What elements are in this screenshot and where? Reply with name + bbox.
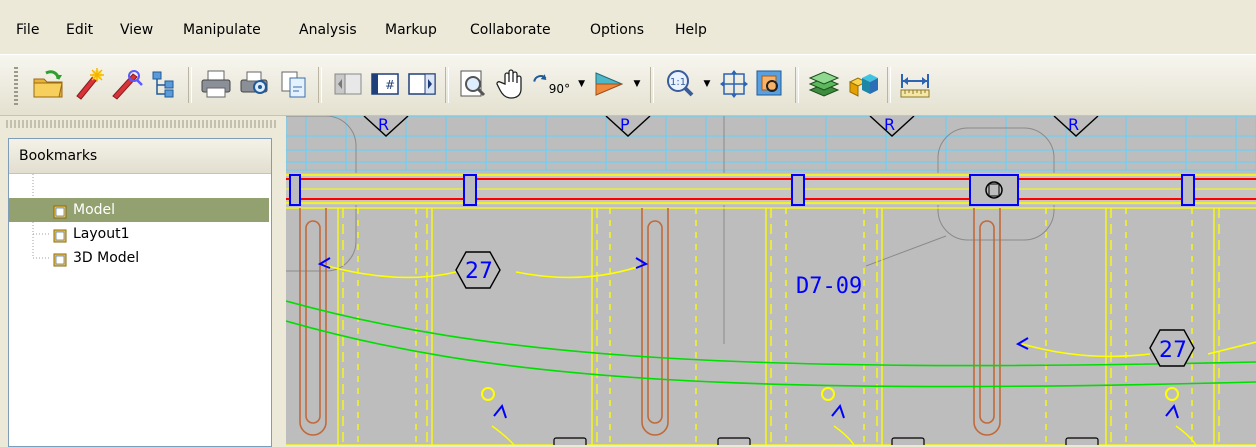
zoom-actual-label: 1:1: [670, 77, 686, 88]
chevron-down-icon[interactable]: ▼: [578, 79, 585, 89]
tree-item-layout1[interactable]: Layout1: [9, 222, 269, 246]
open-folder-icon[interactable]: [30, 65, 66, 103]
toolbar-separator: [188, 67, 192, 103]
zoom-actual-icon[interactable]: 1:1 ▼: [660, 65, 714, 103]
survey-marker: [821, 387, 855, 445]
fit-page-icon[interactable]: [455, 65, 491, 103]
drawing-sheet-icon: [53, 227, 67, 243]
menu-view[interactable]: View: [120, 22, 153, 38]
menu-edit[interactable]: Edit: [66, 22, 93, 38]
diamond-tag-label: R: [1068, 116, 1079, 134]
leader-line: [865, 235, 947, 267]
zoom-window-icon[interactable]: [752, 65, 788, 103]
chevron-down-icon[interactable]: ▼: [704, 79, 711, 89]
top-detail-band: [286, 116, 1256, 171]
print-preview-icon[interactable]: [237, 65, 273, 103]
pan-hand-icon[interactable]: [494, 65, 530, 103]
layers-icon[interactable]: [805, 65, 841, 103]
toolbar-grip[interactable]: [14, 67, 18, 105]
menu-analysis[interactable]: Analysis: [299, 22, 357, 38]
clip-anchor-icon: [985, 181, 1003, 199]
toolbar-separator: [887, 67, 891, 103]
tree-item-label: Model: [73, 202, 116, 218]
menu-manipulate[interactable]: Manipulate: [183, 22, 261, 38]
diamond-tag: R: [869, 116, 915, 137]
diamond-tag: R: [363, 116, 409, 137]
hex-tag: 27: [455, 251, 501, 289]
hierarchy-icon[interactable]: [145, 65, 181, 103]
page-grid-icon[interactable]: #: [367, 65, 403, 103]
rail-lines: [286, 173, 1256, 205]
next-page-icon[interactable]: [404, 65, 440, 103]
survey-marker: [481, 387, 515, 445]
tree-item-3d-model[interactable]: 3D Model: [9, 246, 269, 270]
svg-text:#: #: [385, 78, 395, 92]
pane-splitter[interactable]: [6, 120, 276, 128]
rotate-icon[interactable]: 90° ▼: [531, 65, 585, 103]
drawing-sheet-icon: [53, 203, 67, 219]
hex-tag-label: 27: [1159, 338, 1187, 363]
previous-page-icon[interactable]: [330, 65, 366, 103]
location-label: D7-09: [796, 274, 862, 299]
measure-pen-icon[interactable]: [108, 65, 144, 103]
bookmarks-header: Bookmarks: [9, 139, 271, 174]
main-toolbar: # 90° ▼ ▼ 1:1 ▼: [0, 54, 1256, 116]
bookmarks-panel: Bookmarks Model Layout1 3D Model: [8, 138, 272, 447]
toolbar-separator: [795, 67, 799, 103]
ties-grid: [286, 207, 1256, 445]
publish-icon[interactable]: [276, 65, 312, 103]
drawing-sheet-icon: [53, 251, 67, 267]
diamond-tag-label: R: [378, 116, 389, 134]
shading-icon[interactable]: ▼: [586, 65, 646, 103]
menu-markup[interactable]: Markup: [385, 22, 437, 38]
diamond-tag: P: [605, 116, 651, 137]
cad-drawing: 27 27 D7-09 R P R R: [286, 116, 1256, 445]
dimension-arc: [1021, 341, 1256, 358]
measure-distance-icon[interactable]: [897, 65, 933, 103]
tree-item-model[interactable]: Model: [9, 198, 269, 222]
left-pane: Bookmarks Model Layout1 3D Model: [0, 116, 283, 447]
toolbar-separator: [445, 67, 449, 103]
rotate-label: 90°: [548, 82, 571, 96]
diamond-tag-label: R: [884, 116, 895, 134]
sleepers: [299, 208, 1001, 436]
markup-pen-icon[interactable]: [70, 65, 106, 103]
menu-options[interactable]: Options: [590, 22, 644, 38]
diamond-tag: R: [1053, 116, 1099, 137]
menu-help[interactable]: Help: [675, 22, 707, 38]
diamond-tag-label: P: [620, 116, 630, 134]
toolbar-separator: [650, 67, 654, 103]
menu-file[interactable]: File: [16, 22, 39, 38]
menu-collaborate[interactable]: Collaborate: [470, 22, 551, 38]
drawing-canvas[interactable]: 27 27 D7-09 R P R R: [286, 116, 1256, 445]
tree-item-label: Layout1: [73, 226, 130, 242]
model-3d-icon[interactable]: [843, 65, 879, 103]
hex-tag-label: 27: [465, 259, 493, 284]
tree-item-label: 3D Model: [73, 250, 140, 266]
print-icon[interactable]: [198, 65, 234, 103]
fit-window-icon[interactable]: [716, 65, 752, 103]
toolbar-separator: [318, 67, 322, 103]
bottom-tags: [553, 437, 1099, 445]
menu-bar: File Edit View Manipulate Analysis Marku…: [0, 12, 1256, 54]
chevron-down-icon[interactable]: ▼: [634, 79, 641, 89]
hex-tag: 27: [1149, 329, 1195, 367]
